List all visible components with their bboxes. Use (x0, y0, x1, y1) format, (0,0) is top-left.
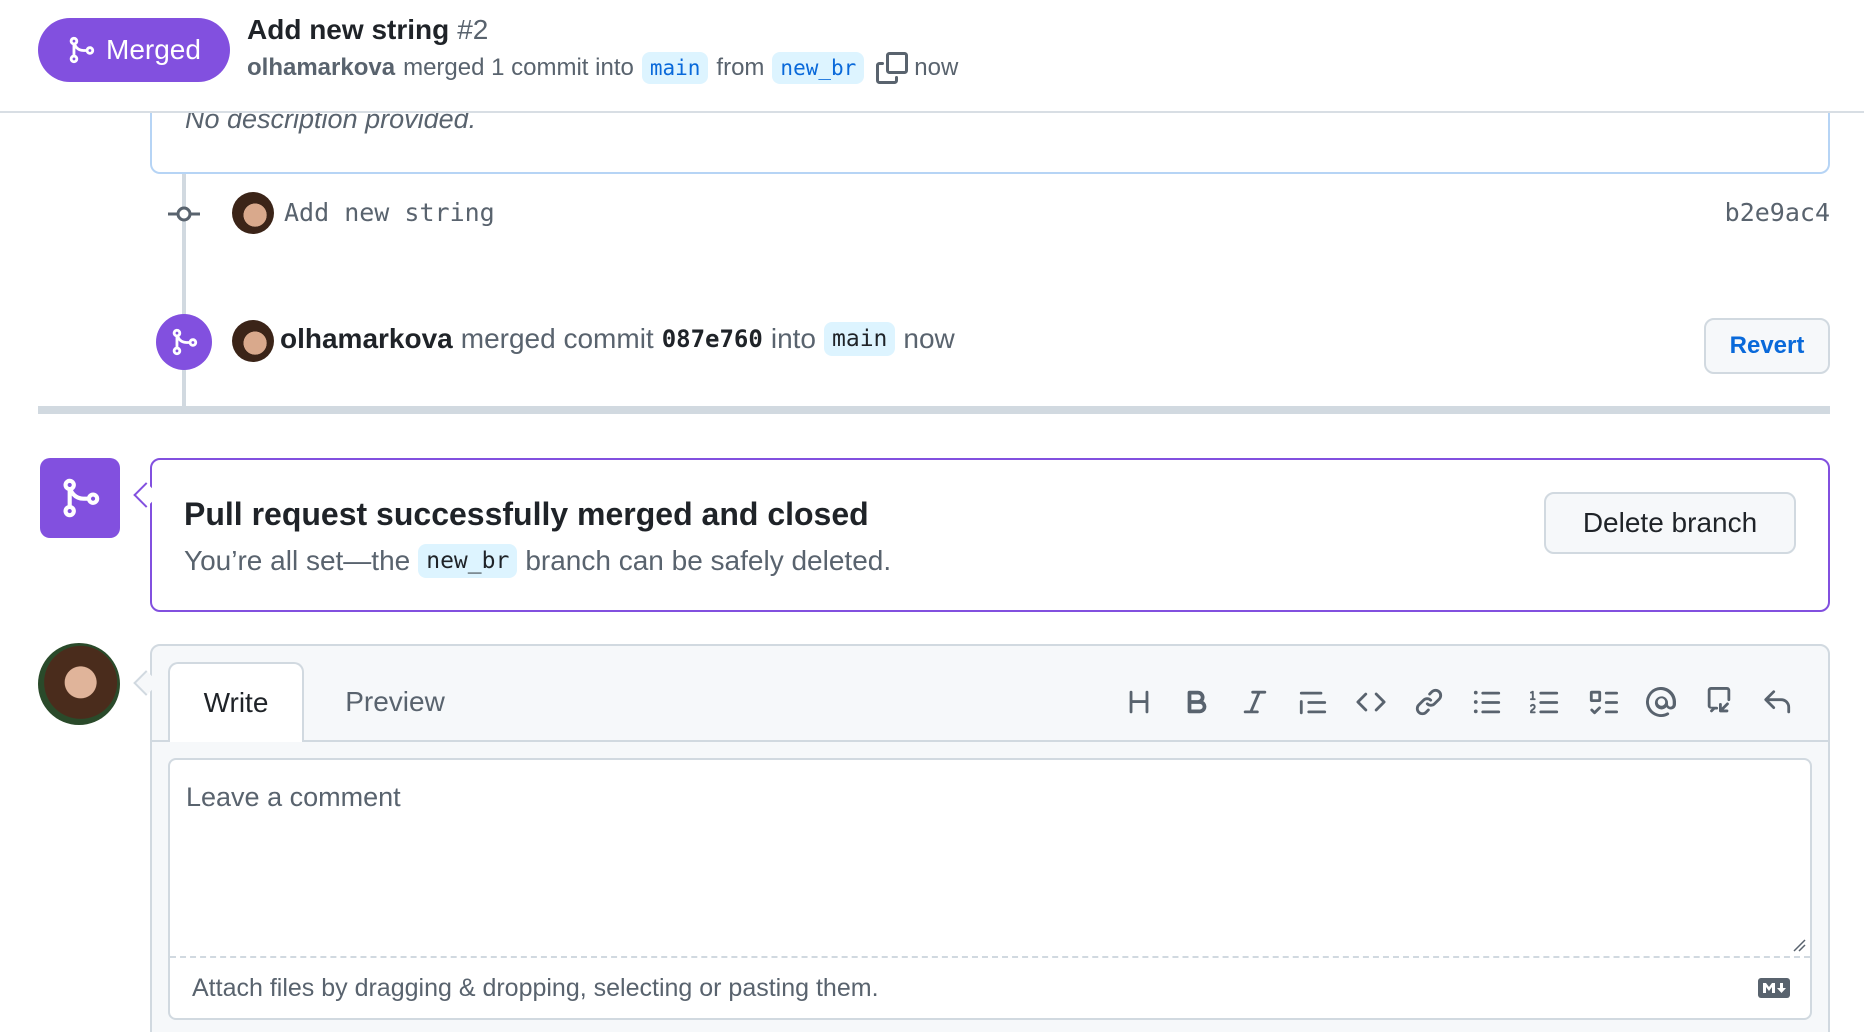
merged-notice-prefix: You’re all set—the (184, 545, 411, 576)
comment-textarea[interactable]: Leave a comment Attach files by dragging… (168, 758, 1812, 1020)
merge-commit-sha-link[interactable]: 087e760 (662, 325, 763, 353)
ordered-list-icon[interactable] (1516, 680, 1574, 724)
deletable-branch-name: new_br (418, 544, 518, 578)
copy-icon[interactable] (876, 52, 909, 84)
unordered-list-icon[interactable] (1458, 680, 1516, 724)
git-commit-icon (168, 206, 200, 222)
tab-preview[interactable]: Preview (330, 662, 460, 742)
merged-text: merged 1 commit into (403, 54, 634, 81)
base-branch-link[interactable]: main (641, 52, 709, 84)
tab-write[interactable]: Write (168, 662, 304, 742)
merged-notice-suffix: branch can be safely deleted. (525, 545, 892, 576)
merged-status-icon (40, 458, 120, 538)
git-merge-icon (63, 478, 100, 518)
head-branch-link[interactable]: new_br (772, 52, 865, 84)
into-text: into (770, 323, 816, 354)
current-user-avatar[interactable] (38, 643, 120, 725)
task-list-icon[interactable] (1574, 680, 1632, 724)
pr-header: Merged Add new string #2 olhamarkova merg… (0, 0, 1864, 113)
merge-event-text: olhamarkova merged commit 087e760 into m… (280, 322, 955, 356)
pr-author-link[interactable]: olhamarkova (247, 54, 395, 82)
reply-icon[interactable] (1748, 680, 1806, 724)
timeline-separator (38, 406, 1830, 414)
quote-icon[interactable] (1284, 680, 1342, 724)
pr-title-text: Add new string (247, 14, 450, 45)
merge-event-time: now (903, 323, 955, 354)
pr-title: Add new string #2 (247, 14, 488, 46)
attach-files-bar[interactable]: Attach files by dragging & dropping, sel… (170, 956, 1810, 1020)
merged-notice-subtitle: You’re all set—the new_br branch can be … (184, 544, 891, 578)
merge-event-badge (156, 314, 212, 370)
mention-icon[interactable] (1632, 680, 1690, 724)
pr-time: now (914, 54, 959, 81)
bold-icon[interactable] (1168, 680, 1226, 724)
revert-button[interactable]: Revert (1704, 318, 1830, 374)
merger-author-link[interactable]: olhamarkova (280, 323, 453, 355)
cross-reference-icon[interactable] (1690, 680, 1748, 724)
git-merge-icon (69, 36, 95, 64)
link-icon[interactable] (1400, 680, 1458, 724)
merged-commit-text: merged commit (460, 323, 654, 354)
delete-branch-button[interactable]: Delete branch (1544, 492, 1796, 554)
git-merge-icon (172, 328, 198, 356)
merged-status-badge: Merged (38, 18, 230, 82)
heading-icon[interactable] (1110, 680, 1168, 724)
merged-notice-title: Pull request successfully merged and clo… (184, 496, 869, 532)
merged-status-label: Merged (106, 34, 201, 65)
commit-sha-link[interactable]: b2e9ac4 (1725, 198, 1830, 227)
merged-notice-box: Pull request successfully merged and clo… (150, 458, 1830, 612)
markdown-toolbar (1110, 680, 1806, 724)
from-text: from (716, 54, 765, 81)
merge-target-branch[interactable]: main (824, 322, 896, 356)
italic-icon[interactable] (1226, 680, 1284, 724)
code-icon[interactable] (1342, 680, 1400, 724)
attach-files-text: Attach files by dragging & dropping, sel… (192, 974, 879, 1002)
resize-handle-icon[interactable] (1792, 938, 1806, 952)
pr-meta: olhamarkova merged 1 commit into main fr… (247, 52, 958, 84)
commit-author-avatar[interactable] (232, 192, 274, 234)
comment-placeholder: Leave a comment (186, 782, 401, 812)
pr-number: #2 (457, 14, 489, 45)
merger-avatar[interactable] (232, 320, 274, 362)
commit-message-link[interactable]: Add new string (284, 198, 495, 227)
markdown-icon[interactable] (1758, 978, 1790, 998)
